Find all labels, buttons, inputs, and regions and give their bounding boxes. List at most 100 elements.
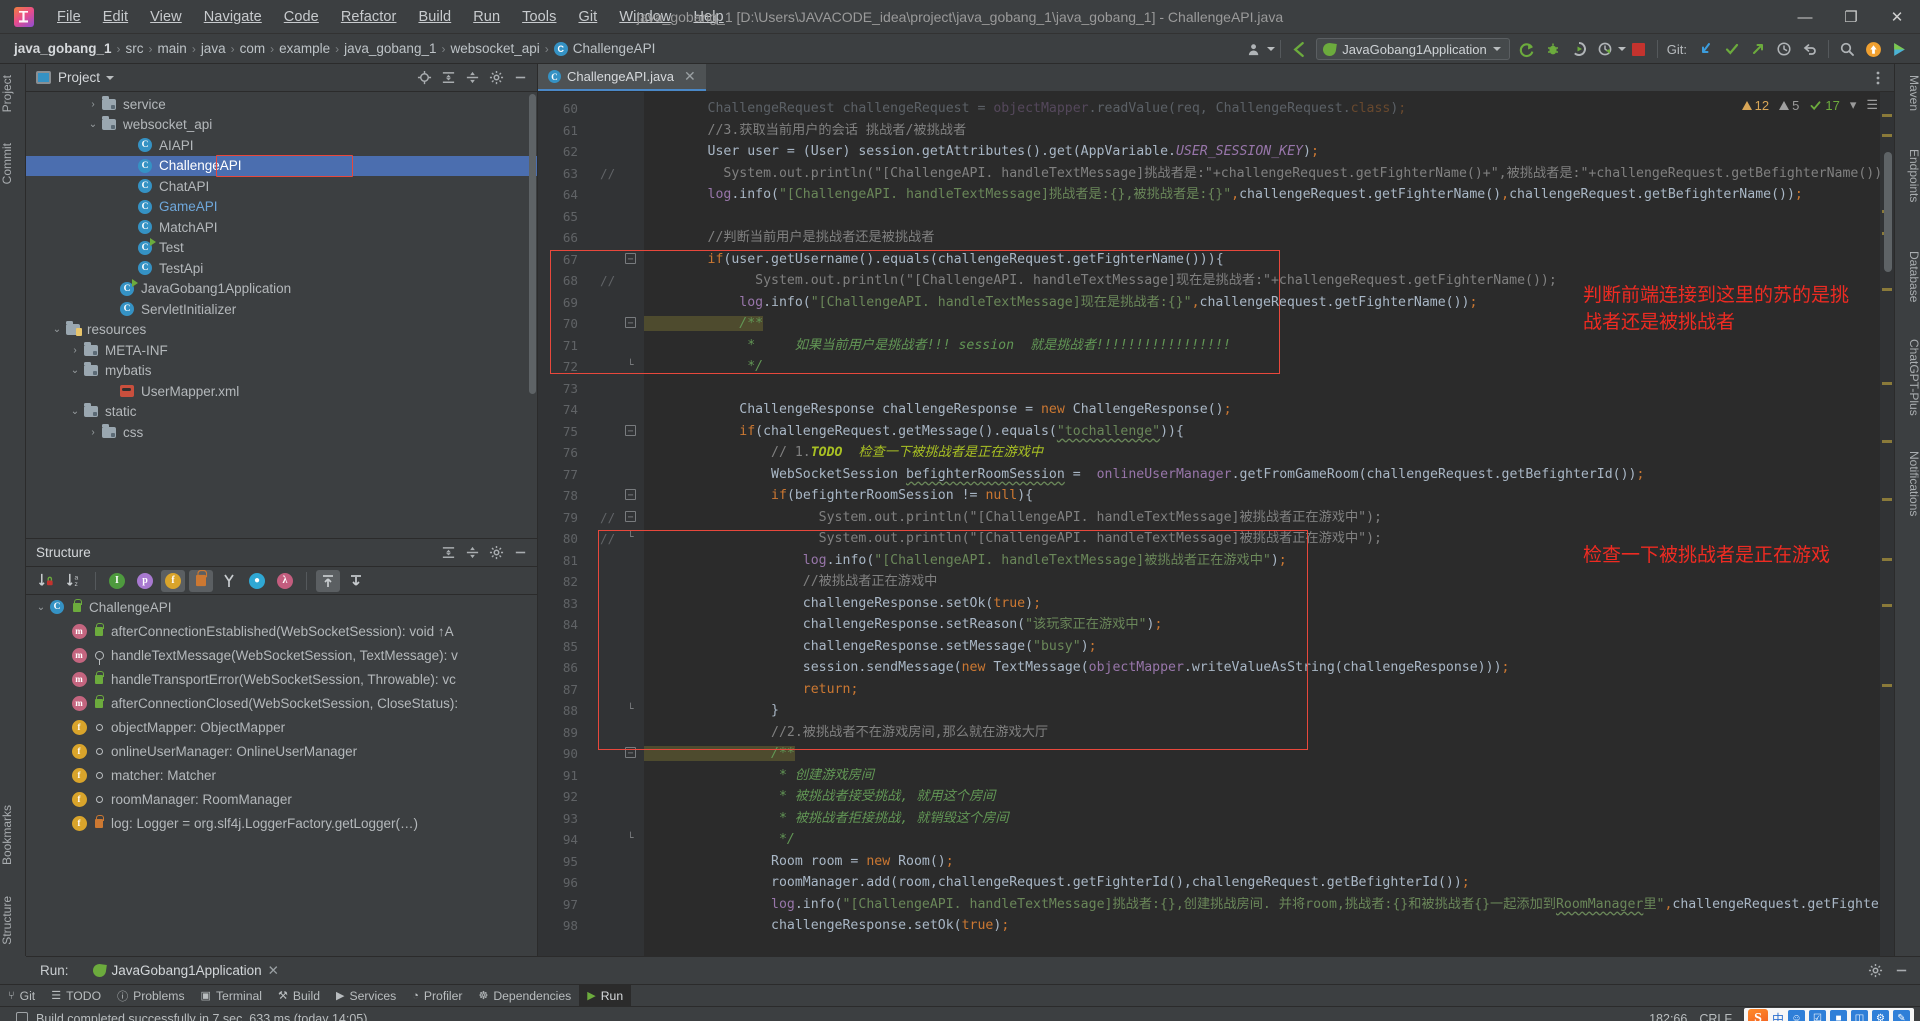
code-line[interactable]: challengeResponse.setMessage("busy"); [644, 636, 1097, 658]
code-line[interactable]: /** [644, 313, 764, 335]
panel-icon[interactable]: ◫ [1851, 1010, 1868, 1021]
bottom-tab-build[interactable]: ⚒ Build [270, 985, 328, 1007]
bottom-tab-run[interactable]: ▶ Run [579, 984, 632, 1007]
code-line[interactable]: log.info("[ChallengeAPI. handleTextMessa… [644, 550, 1287, 572]
code-line[interactable]: System.out.println("[ChallengeAPI. handl… [644, 507, 1382, 529]
gear-icon[interactable] [485, 67, 507, 89]
editor-marker-gutter[interactable] [1880, 92, 1894, 956]
expand-all-icon[interactable] [437, 67, 459, 89]
menu-tools[interactable]: Tools [511, 5, 567, 29]
fold-end-icon[interactable]: └ [625, 833, 636, 844]
git-push-icon[interactable] [1745, 36, 1771, 62]
project-tree-item-chatapi[interactable]: C ChatAPI [26, 176, 537, 197]
code-line[interactable]: User user = (User) session.getAttributes… [644, 141, 1319, 163]
structure-item[interactable]: f log: Logger = org.slf4j.LoggerFactory.g… [26, 811, 537, 835]
menu-navigate[interactable]: Navigate [193, 5, 273, 29]
keyboard-icon[interactable]: ■ [1830, 1010, 1847, 1021]
fold-collapse-icon[interactable]: − [625, 252, 636, 265]
code-line[interactable]: ChallengeRequest challengeRequest = obje… [644, 98, 1407, 120]
rail-tab-maven[interactable]: Maven [1895, 68, 1920, 118]
code-line[interactable]: challengeResponse.setReason("该玩家正在游戏中"); [644, 614, 1163, 636]
git-commit-icon[interactable] [1719, 36, 1745, 62]
structure-item[interactable]: f roomManager: RoomManager [26, 787, 537, 811]
code-line[interactable]: if(user.getUsername().equals(challengeRe… [644, 249, 1224, 271]
breadcrumb-example[interactable]: example [279, 41, 330, 56]
rail-tab-chatgpt[interactable]: ChatGPT-Plus [1895, 332, 1920, 423]
fold-collapse-icon[interactable]: − [625, 747, 636, 759]
hide-panel-icon[interactable] [1890, 960, 1912, 982]
editor-tab-options[interactable] [1870, 64, 1894, 91]
code-line[interactable]: challengeResponse.setOk(true); [644, 593, 1041, 615]
debug-icon[interactable] [1540, 36, 1566, 62]
undo-icon[interactable] [1797, 36, 1823, 62]
rail-tab-structure[interactable]: Structure [0, 889, 26, 952]
structure-item[interactable]: f objectMapper: ObjectMapper [26, 715, 537, 739]
fold-collapse-icon[interactable]: − [625, 510, 636, 523]
code-line[interactable]: //判断当前用户是挑战者还是被挑战者 [644, 227, 935, 249]
settings-icon[interactable]: ⚙ [1872, 1010, 1889, 1021]
ime-mode-label[interactable]: 中 [1772, 1010, 1784, 1021]
menu-git[interactable]: Git [567, 5, 608, 29]
project-tree-item-testapi[interactable]: C TestApi [26, 258, 537, 279]
code-line[interactable]: if(befighterRoomSession != null){ [644, 485, 1033, 507]
chevron-right-icon[interactable]: › [86, 99, 100, 110]
code-editor[interactable]: 60 61 62 63 // 64 65 66 67 − 68 // 69 70 − 71 72 └ 73 74 75 −… [538, 92, 1894, 956]
code-line[interactable]: System.out.println("[ChallengeAPI. handl… [644, 528, 1382, 550]
code-line[interactable]: * 如果当前用户是挑战者!!! session 就是挑战者!!!!!!!!!!!… [644, 335, 1231, 357]
show-fields-icon[interactable]: f [161, 569, 185, 592]
menu-refactor[interactable]: Refactor [330, 5, 408, 29]
code-line[interactable]: log.info("[ChallengeAPI. handleTextMessa… [644, 184, 1803, 206]
close-icon[interactable]: ✕ [268, 963, 279, 979]
profile-chevron-down-icon[interactable] [1267, 47, 1276, 51]
code-line[interactable]: System.out.println("[ChallengeAPI. handl… [644, 270, 1557, 292]
breadcrumb-src[interactable]: src [126, 41, 144, 56]
hide-panel-icon[interactable] [509, 67, 531, 89]
code-line[interactable]: session.sendMessage(new TextMessage(obje… [644, 657, 1510, 679]
code-line[interactable]: roomManager.add(room,challengeRequest.ge… [644, 872, 1470, 894]
project-tree-item-mybatis[interactable]: ⌄ mybatis [26, 361, 537, 382]
chevron-right-icon[interactable]: › [68, 345, 82, 356]
run-configuration-selector[interactable]: JavaGobang1Application [1316, 38, 1510, 60]
project-view-chevron-down-icon[interactable] [106, 75, 115, 80]
rail-tab-database[interactable]: Database [1895, 244, 1920, 309]
profile-run-icon[interactable] [1592, 36, 1618, 62]
structure-item[interactable]: m afterConnectionClosed(WebSocketSession,… [26, 691, 537, 715]
code-line[interactable]: log.info("[ChallengeAPI. handleTextMessa… [644, 894, 1894, 916]
bottom-tab-services[interactable]: ▶ Services [328, 985, 404, 1007]
bottom-tab-terminal[interactable]: ▣ Terminal [193, 985, 270, 1007]
structure-item[interactable]: f onlineUserManager: OnlineUserManager [26, 739, 537, 763]
rail-tab-commit[interactable]: Commit [0, 136, 26, 191]
user-profile-icon[interactable] [1241, 36, 1267, 62]
project-tree-item-aiapi[interactable]: C AIAPI [26, 135, 537, 156]
line-separator[interactable]: CRLF [1699, 1012, 1732, 1021]
fold-collapse-icon[interactable]: − [625, 424, 636, 437]
project-tree-item-static[interactable]: ⌄ static [26, 402, 537, 423]
menu-file[interactable]: File [46, 5, 92, 29]
breadcrumb-websocket-api[interactable]: websocket_api [450, 41, 539, 56]
code-line[interactable]: * 被挑战者接受挑战, 就用这个房间 [644, 786, 995, 808]
profile-run-chevron-down-icon[interactable] [1617, 47, 1626, 51]
search-icon[interactable] [1834, 36, 1860, 62]
code-line[interactable]: /** [644, 743, 795, 765]
project-tree-item-service[interactable]: › service [26, 94, 537, 115]
rail-tab-bookmarks[interactable]: Bookmarks [0, 798, 26, 872]
code-line[interactable]: //2.被挑战者不在游戏房间,那么就在游戏大厅 [644, 722, 1048, 744]
code-line[interactable]: */ [644, 829, 795, 851]
chevron-down-icon[interactable]: ⌄ [50, 324, 64, 335]
chevron-down-icon[interactable]: ⌄ [68, 406, 82, 417]
code-line[interactable]: log.info("[ChallengeAPI. handleTextMessa… [644, 292, 1477, 314]
code-line[interactable]: challengeResponse.setOk(true); [644, 915, 1009, 937]
code-line[interactable]: } [644, 700, 779, 722]
structure-item[interactable]: m handleTransportError(WebSocketSession, … [26, 667, 537, 691]
code-line[interactable]: * 创建游戏房间 [644, 765, 874, 787]
breadcrumb-current-class[interactable]: C ChallengeAPI [553, 41, 655, 56]
bottom-tab-problems[interactable]: ⓘ Problems [109, 985, 192, 1007]
maximize-button[interactable]: ❐ [1828, 0, 1874, 34]
sort-alphabetically-icon[interactable]: az [62, 570, 86, 592]
project-tree-item-matchapi[interactable]: C MatchAPI [26, 217, 537, 238]
fold-end-icon[interactable]: └ [625, 532, 636, 543]
editor-vertical-scrollbar[interactable] [1884, 152, 1892, 272]
structure-item[interactable]: ⌄ C ChallengeAPI [26, 595, 537, 619]
project-tree[interactable]: › service ⌄ websocket_api C AIAPI C ChallengeAP… [26, 92, 537, 538]
bottom-tab-git[interactable]: ⑂ Git [0, 985, 43, 1007]
